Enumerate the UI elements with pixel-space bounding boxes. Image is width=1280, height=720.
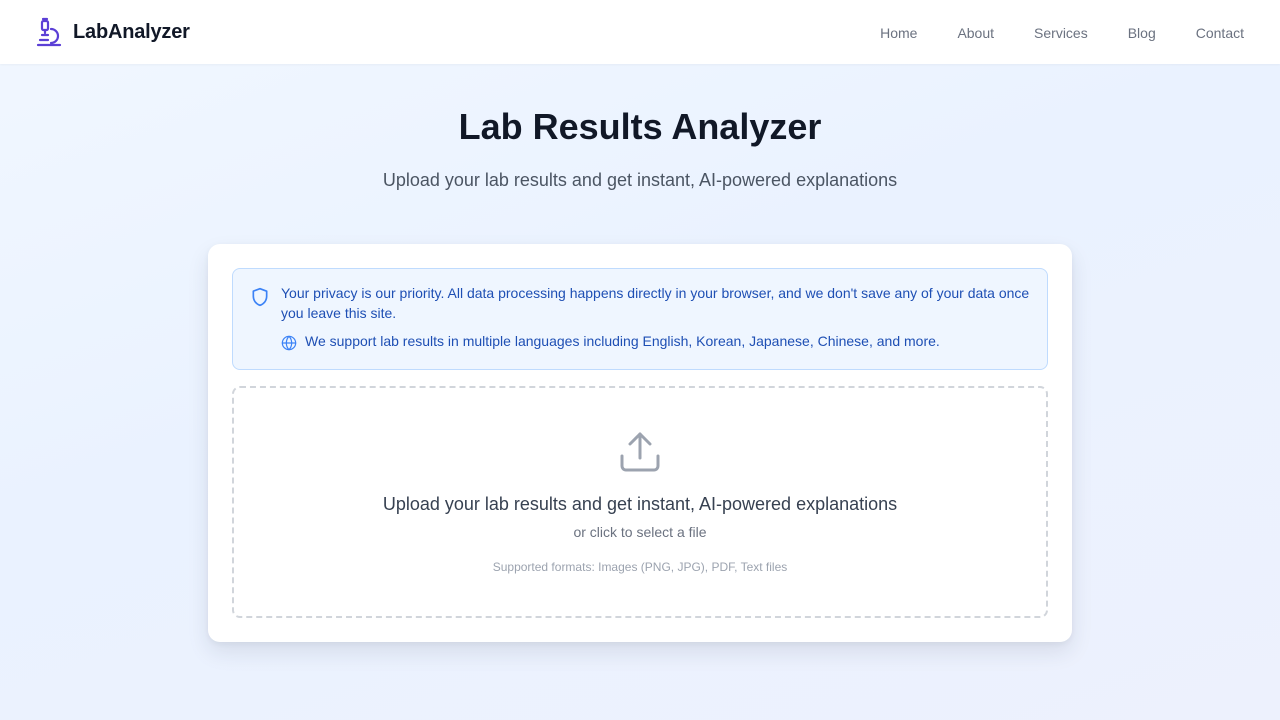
nav-link-blog[interactable]: Blog: [1128, 25, 1156, 41]
globe-icon: [281, 335, 297, 351]
language-support-text: We support lab results in multiple langu…: [305, 333, 940, 349]
nav-link-home[interactable]: Home: [880, 25, 917, 41]
nav-link-contact[interactable]: Contact: [1196, 25, 1244, 41]
nav-link-services[interactable]: Services: [1034, 25, 1088, 41]
privacy-text: Your privacy is our priority. All data p…: [281, 285, 1030, 321]
analyzer-card: Your privacy is our priority. All data p…: [208, 244, 1072, 642]
brand-name: LabAnalyzer: [73, 20, 190, 43]
file-dropzone[interactable]: Upload your lab results and get instant,…: [232, 386, 1048, 618]
shield-icon: [252, 287, 268, 307]
page-subtitle: Upload your lab results and get instant,…: [382, 170, 898, 190]
main-nav: Home About Services Blog Contact: [880, 24, 1244, 41]
nav-link-about[interactable]: About: [957, 25, 994, 41]
dropzone-title: Upload your lab results and get instant,…: [382, 494, 898, 514]
microscope-icon: [36, 17, 62, 47]
dropzone-select-hint: or click to select a file: [573, 524, 707, 540]
upload-icon: [620, 432, 660, 472]
page-title: Lab Results Analyzer: [458, 106, 822, 147]
brand-logo-link[interactable]: LabAnalyzer: [34, 16, 190, 48]
top-navbar: LabAnalyzer Home About Services Blog Con…: [0, 0, 1280, 64]
supported-formats: Supported formats: Images (PNG, JPG), PD…: [492, 560, 788, 574]
privacy-notice: Your privacy is our priority. All data p…: [232, 268, 1048, 370]
